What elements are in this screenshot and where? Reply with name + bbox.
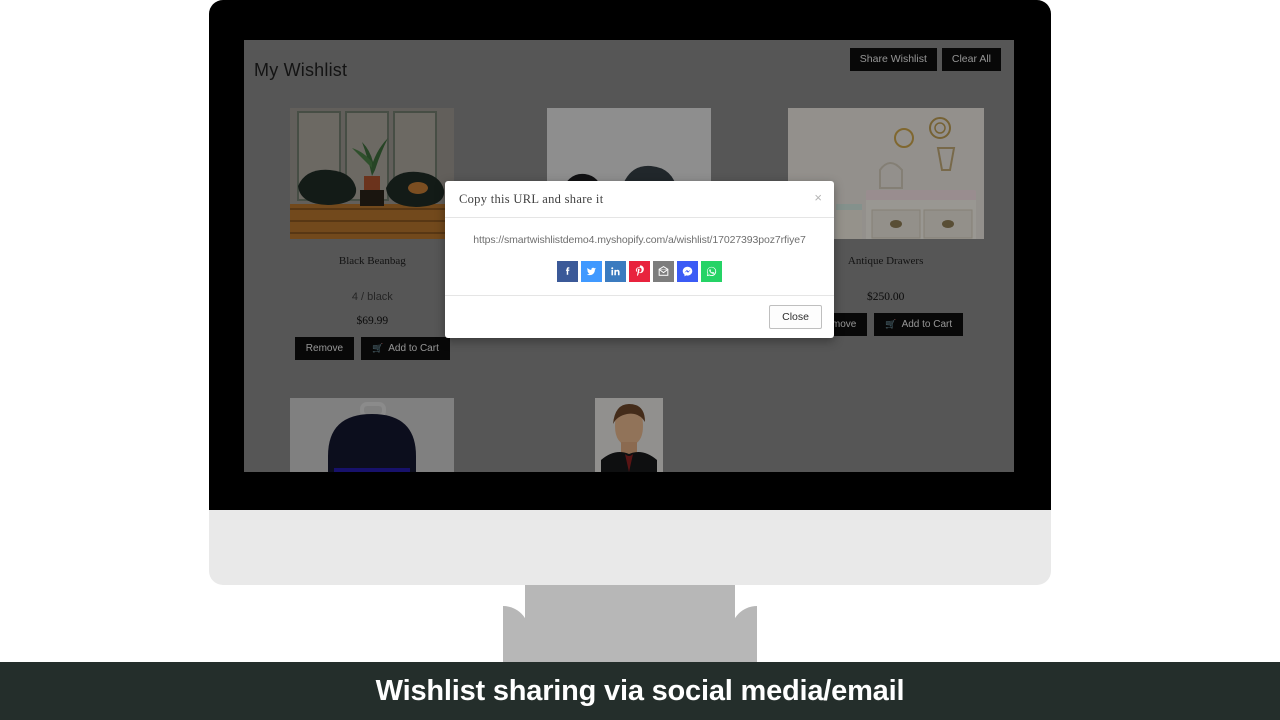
share-url-text[interactable]: https://smartwishlistdemo4.myshopify.com… — [458, 234, 821, 246]
email-icon[interactable] — [653, 261, 674, 282]
linkedin-icon[interactable] — [605, 261, 626, 282]
caption-bar: Wishlist sharing via social media/email — [0, 662, 1280, 720]
modal-body: https://smartwishlistdemo4.myshopify.com… — [445, 218, 834, 296]
monitor-frame: My Wishlist Share Wishlist Clear All Bla… — [209, 0, 1051, 510]
pinterest-icon[interactable] — [629, 261, 650, 282]
share-url-modal: Copy this URL and share it × https://sma… — [445, 181, 834, 338]
monitor-stand — [503, 585, 757, 668]
twitter-icon[interactable] — [581, 261, 602, 282]
modal-footer: Close — [445, 296, 834, 338]
monitor-base — [209, 510, 1051, 585]
close-button[interactable]: Close — [769, 305, 822, 329]
wishlist-page: My Wishlist Share Wishlist Clear All Bla… — [244, 40, 1014, 472]
whatsapp-icon[interactable] — [701, 261, 722, 282]
messenger-icon[interactable] — [677, 261, 698, 282]
share-buttons-row — [458, 261, 821, 282]
modal-title: Copy this URL and share it — [459, 192, 604, 206]
modal-header: Copy this URL and share it × — [445, 181, 834, 218]
close-icon[interactable]: × — [814, 191, 822, 204]
facebook-icon[interactable] — [557, 261, 578, 282]
monitor-screen: My Wishlist Share Wishlist Clear All Bla… — [244, 40, 1014, 472]
caption-text: Wishlist sharing via social media/email — [375, 674, 905, 707]
